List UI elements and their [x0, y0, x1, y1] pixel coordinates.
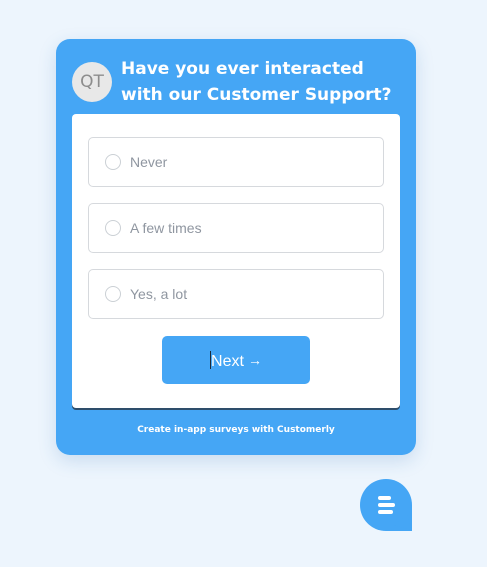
option-yes-a-lot[interactable]: Yes, a lot	[88, 269, 384, 319]
option-label: Never	[130, 154, 168, 170]
radio-icon[interactable]	[105, 286, 121, 302]
arrow-right-icon: →	[247, 352, 262, 368]
survey-widget: QT Have you ever interacted with our Cus…	[56, 39, 416, 455]
avatar: QT	[72, 62, 112, 102]
radio-icon[interactable]	[105, 220, 121, 236]
option-never[interactable]: Never	[88, 137, 384, 187]
option-label: A few times	[130, 220, 202, 236]
chat-icon	[360, 479, 412, 531]
options-panel: Never A few times Yes, a lot Next →	[72, 114, 400, 408]
chat-launcher-button[interactable]	[360, 479, 412, 531]
next-button[interactable]: Next →	[162, 336, 310, 384]
option-label: Yes, a lot	[130, 286, 188, 302]
next-button-label: Next	[211, 353, 244, 370]
footer-powered-by[interactable]: Create in-app surveys with Customerly	[56, 425, 416, 435]
option-a-few-times[interactable]: A few times	[88, 203, 384, 253]
question-title: Have you ever interacted with our Custom…	[121, 59, 392, 105]
radio-icon[interactable]	[105, 154, 121, 170]
